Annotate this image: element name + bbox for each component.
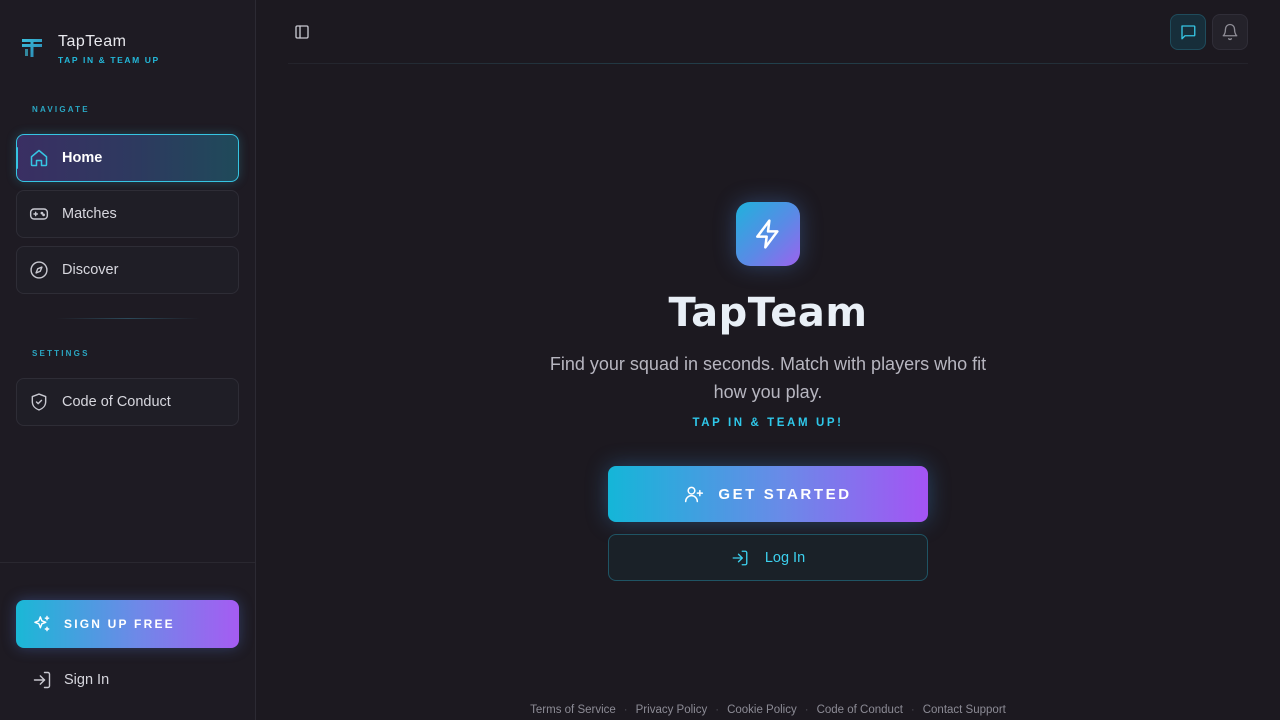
bell-icon xyxy=(1221,23,1239,41)
log-in-icon xyxy=(731,549,749,567)
hero-subtitle: Find your squad in seconds. Match with p… xyxy=(549,354,987,402)
sidebar-item-matches[interactable]: Matches xyxy=(16,190,239,238)
footer-link-contact-support[interactable]: Contact Support xyxy=(923,704,1006,716)
footer-separator: · xyxy=(910,704,915,716)
sidebar-item-home[interactable]: Home xyxy=(16,134,239,182)
chat-icon xyxy=(1179,23,1197,41)
sign-in-icon xyxy=(32,670,52,690)
sidebar-item-label: Matches xyxy=(62,206,117,222)
user-plus-icon xyxy=(684,484,704,504)
chat-button[interactable] xyxy=(1170,14,1206,50)
home-icon xyxy=(29,148,49,168)
sign-up-free-button[interactable]: SIGN UP FREE xyxy=(16,600,239,648)
lightning-icon xyxy=(752,218,784,250)
sidebar-item-label: Code of Conduct xyxy=(62,394,171,410)
log-in-button[interactable]: Log In xyxy=(608,534,928,581)
sidebar-divider xyxy=(56,318,200,319)
log-in-label: Log In xyxy=(764,549,806,566)
footer-link-terms[interactable]: Terms of Service xyxy=(530,704,616,716)
hero-tagline: TAP IN & TEAM UP! xyxy=(692,417,844,429)
tapteam-logo-icon xyxy=(22,39,42,57)
brand-name: TapTeam xyxy=(58,33,127,50)
gamepad-icon xyxy=(29,204,49,224)
get-started-button[interactable]: GET STARTED xyxy=(608,466,928,522)
footer-link-code-of-conduct[interactable]: Code of Conduct xyxy=(817,704,903,716)
sidebar-toggle-button[interactable] xyxy=(292,22,312,42)
sidebar-item-code-of-conduct[interactable]: Code of Conduct xyxy=(16,378,239,426)
topbar-divider xyxy=(288,63,1248,64)
sidebar-footer-divider xyxy=(0,562,255,563)
brand[interactable]: TapTeam TAP IN & TEAM UP xyxy=(20,32,160,65)
sign-in-label: Sign In xyxy=(64,672,110,688)
sign-in-link[interactable]: Sign In xyxy=(32,668,109,692)
navigate-section-label: NAVIGATE xyxy=(32,105,90,114)
sign-up-free-label: SIGN UP FREE xyxy=(64,617,175,631)
footer-link-privacy[interactable]: Privacy Policy xyxy=(636,704,708,716)
brand-tagline: TAP IN & TEAM UP xyxy=(58,55,160,65)
compass-icon xyxy=(29,260,49,280)
get-started-label: GET STARTED xyxy=(718,485,852,503)
sidebar-toggle-icon xyxy=(294,24,310,40)
footer-separator: · xyxy=(623,704,628,716)
footer-separator: · xyxy=(715,704,720,716)
sparkles-icon xyxy=(32,614,52,634)
footer-links: Terms of Service · Privacy Policy · Cookie P… xyxy=(256,704,1280,716)
settings-section-label: SETTINGS xyxy=(32,349,90,358)
sidebar: TapTeam TAP IN & TEAM UP NAVIGATE Home M… xyxy=(0,0,256,720)
sidebar-item-label: Home xyxy=(62,150,103,166)
sidebar-item-discover[interactable]: Discover xyxy=(16,246,239,294)
shield-check-icon xyxy=(29,392,49,412)
hero-title: TapTeam xyxy=(256,290,1280,336)
notifications-button[interactable] xyxy=(1212,14,1248,50)
hero-logo xyxy=(736,202,800,266)
sidebar-item-label: Discover xyxy=(62,262,119,278)
footer-link-cookie[interactable]: Cookie Policy xyxy=(727,704,797,716)
footer-separator: · xyxy=(804,704,809,716)
